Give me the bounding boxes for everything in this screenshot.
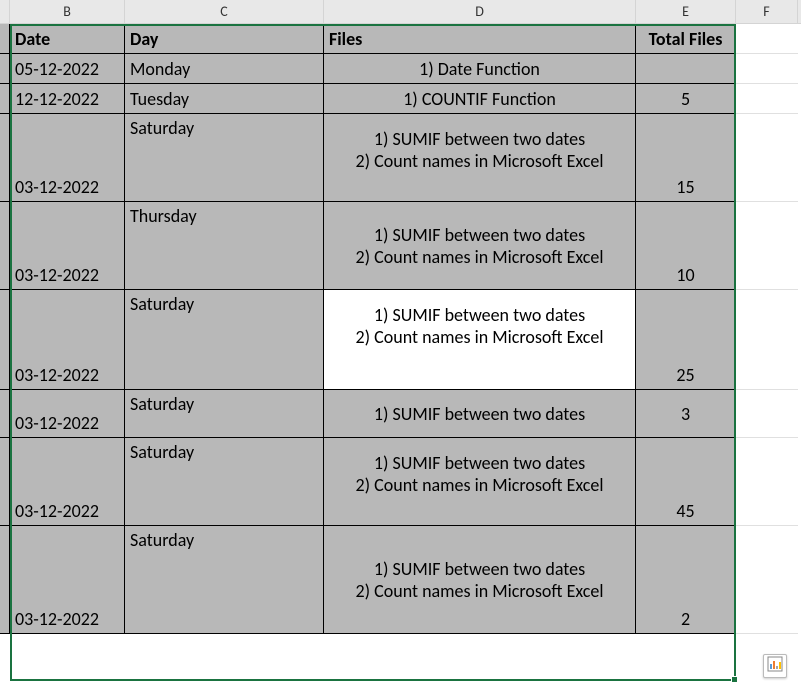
empty-cell[interactable] [736, 54, 798, 84]
cell-files[interactable]: 1) Date Function [324, 54, 636, 84]
header-date[interactable]: Date [10, 24, 125, 54]
empty-cell[interactable] [736, 114, 798, 202]
header-files[interactable]: Files [324, 24, 636, 54]
cell-date[interactable]: 05-12-2022 [10, 54, 125, 84]
cell-day[interactable]: Monday [125, 54, 324, 84]
table-row: 03-12-2022 Saturday 1) SUMIF between two… [0, 290, 801, 390]
empty-cell[interactable] [736, 390, 798, 438]
cell-date[interactable]: 03-12-2022 [10, 526, 125, 634]
empty-cell[interactable] [736, 84, 798, 114]
table-row: 12-12-2022 Tuesday 1) COUNTIF Function 5 [0, 84, 801, 114]
cell-total[interactable]: 45 [636, 438, 736, 526]
cell-day[interactable]: Saturday [125, 526, 324, 634]
cell-total[interactable]: 25 [636, 290, 736, 390]
cell-day[interactable]: Saturday [125, 114, 324, 202]
column-header-edge [0, 0, 10, 23]
empty-cell[interactable] [736, 202, 798, 290]
table-row: 05-12-2022 Monday 1) Date Function [0, 54, 801, 84]
column-header-B[interactable]: B [10, 0, 125, 23]
cell-files[interactable]: 1) SUMIF between two dates 2) Count name… [324, 202, 636, 290]
cell-files[interactable]: 1) SUMIF between two dates 2) Count name… [324, 526, 636, 634]
column-header-E[interactable]: E [636, 0, 736, 23]
cell-day[interactable]: Tuesday [125, 84, 324, 114]
cell-day[interactable]: Saturday [125, 438, 324, 526]
cell-total[interactable]: 5 [636, 84, 736, 114]
cell-date[interactable]: 03-12-2022 [10, 290, 125, 390]
cell-day[interactable]: Thursday [125, 202, 324, 290]
cell-total[interactable]: 15 [636, 114, 736, 202]
table-row: 03-12-2022 Thursday 1) SUMIF between two… [0, 202, 801, 290]
selection-fill-handle[interactable] [731, 676, 738, 683]
cell-date[interactable]: 12-12-2022 [10, 84, 125, 114]
cell-date[interactable]: 03-12-2022 [10, 390, 125, 438]
quick-analysis-icon [767, 655, 783, 677]
empty-cell[interactable] [736, 290, 798, 390]
cell-total[interactable]: 3 [636, 390, 736, 438]
cell-files[interactable]: 1) SUMIF between two dates 2) Count name… [324, 438, 636, 526]
cell-total[interactable]: 2 [636, 526, 736, 634]
spreadsheet-grid[interactable]: Date Day Files Total Files 05-12-2022 Mo… [0, 24, 801, 634]
cell-date[interactable]: 03-12-2022 [10, 438, 125, 526]
quick-analysis-button[interactable] [763, 654, 787, 678]
header-row: Date Day Files Total Files [0, 24, 801, 54]
cell-day[interactable]: Saturday [125, 390, 324, 438]
column-header-F[interactable]: F [736, 0, 798, 23]
cell-files[interactable]: 1) SUMIF between two dates 2) Count name… [324, 114, 636, 202]
cell-day[interactable]: Saturday [125, 290, 324, 390]
header-day[interactable]: Day [125, 24, 324, 54]
table-row: 03-12-2022 Saturday 1) SUMIF between two… [0, 114, 801, 202]
column-header-D[interactable]: D [324, 0, 636, 23]
table-row: 03-12-2022 Saturday 1) SUMIF between two… [0, 526, 801, 634]
cell-date[interactable]: 03-12-2022 [10, 202, 125, 290]
cell-files[interactable]: 1) SUMIF between two dates [324, 390, 636, 438]
empty-cell[interactable] [736, 24, 798, 54]
table-row: 03-12-2022 Saturday 1) SUMIF between two… [0, 390, 801, 438]
cell-total[interactable]: 10 [636, 202, 736, 290]
column-header-C[interactable]: C [125, 0, 324, 23]
cell-total[interactable] [636, 54, 736, 84]
cell-files[interactable]: 1) COUNTIF Function [324, 84, 636, 114]
header-total[interactable]: Total Files [636, 24, 736, 54]
table-row: 03-12-2022 Saturday 1) SUMIF between two… [0, 438, 801, 526]
cell-files[interactable]: 1) SUMIF between two dates 2) Count name… [324, 290, 636, 390]
empty-cell[interactable] [736, 526, 798, 634]
empty-cell[interactable] [736, 438, 798, 526]
column-headers: B C D E F [0, 0, 801, 24]
cell-date[interactable]: 03-12-2022 [10, 114, 125, 202]
